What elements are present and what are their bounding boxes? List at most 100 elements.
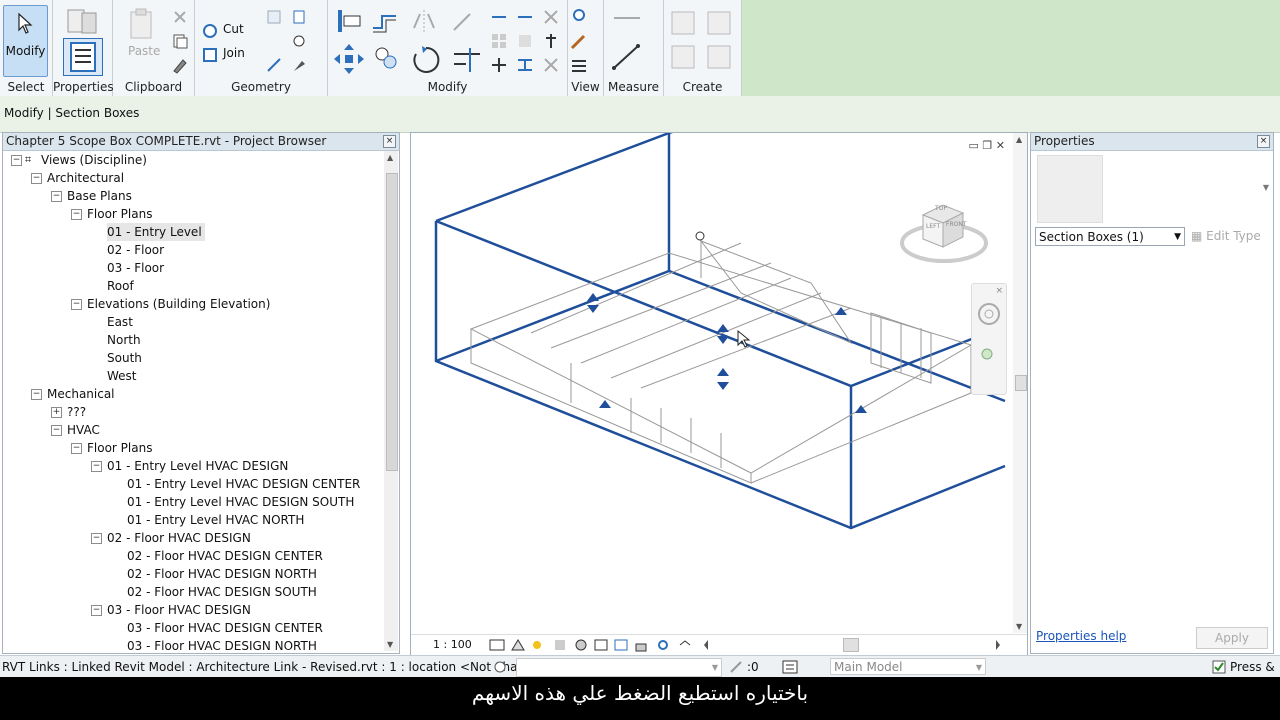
workset-dropdown[interactable]: ▼ [516, 658, 722, 677]
design-option-dropdown[interactable]: Main Model ▼ [830, 658, 986, 675]
collapse-icon[interactable]: − [11, 155, 22, 166]
trim-icon[interactable] [490, 56, 508, 74]
view-scale[interactable]: 1 : 100 [433, 638, 472, 651]
reveal-hidden-icon[interactable] [677, 638, 693, 652]
visual-style-icon[interactable] [510, 638, 526, 652]
linework-icon[interactable] [570, 56, 588, 74]
properties-panel-label: Properties [53, 80, 114, 94]
align-icon[interactable] [334, 8, 364, 36]
tree-item[interactable]: 01 - Entry Level [3, 223, 383, 241]
unpin-icon[interactable] [516, 32, 534, 50]
show-crop-icon[interactable] [613, 638, 629, 652]
steering-wheel-icon[interactable] [977, 302, 1001, 326]
scale-icon[interactable] [516, 8, 534, 26]
delete-icon[interactable] [542, 56, 560, 74]
join-geometry-icon[interactable] [201, 46, 219, 64]
match-properties-icon[interactable] [171, 56, 189, 74]
type-selector[interactable]: Section Boxes (1) ▼ [1035, 227, 1185, 246]
pin-icon[interactable] [542, 32, 560, 50]
wall-joins-icon[interactable] [265, 8, 283, 26]
collapse-icon[interactable]: − [91, 533, 102, 544]
modify-button[interactable]: Modify [3, 5, 48, 77]
override-graphics-icon[interactable] [570, 32, 588, 50]
trim-extend-icon[interactable] [450, 44, 484, 76]
collapse-icon[interactable]: − [71, 209, 82, 220]
close-icon[interactable]: × [383, 135, 396, 148]
create-parts-icon[interactable] [704, 8, 736, 38]
view-hscroll-thumb[interactable] [843, 638, 859, 652]
editable-only-icon[interactable] [728, 659, 744, 675]
type-selector-arrow[interactable]: ▼ [1263, 183, 1269, 192]
offset-icon[interactable] [370, 8, 400, 36]
aligned-dimension-icon[interactable] [610, 42, 644, 72]
scissors-icon[interactable] [171, 8, 189, 26]
render-icon[interactable] [573, 638, 589, 652]
create-assembly-icon[interactable] [668, 8, 700, 38]
tree-item-label: Roof [107, 279, 134, 293]
demolish-icon[interactable] [290, 56, 308, 74]
project-browser-scrollbar[interactable]: ▲ ▼ [384, 151, 398, 651]
apply-button[interactable]: Apply [1196, 627, 1268, 649]
modify-button-label: Modify [5, 44, 46, 58]
cut-label[interactable]: Cut [223, 22, 244, 36]
h-scroll-left-icon[interactable] [701, 638, 711, 652]
mirror-axis-icon[interactable] [410, 8, 440, 36]
expand-icon[interactable]: + [51, 407, 62, 418]
paint-icon[interactable] [290, 32, 308, 50]
copy-element-icon[interactable] [372, 44, 402, 74]
rotate-icon[interactable] [410, 44, 442, 76]
move-icon[interactable] [332, 42, 366, 76]
collapse-icon[interactable]: − [71, 443, 82, 454]
collapse-icon[interactable]: − [71, 299, 82, 310]
edit-type-button[interactable]: ▦ Edit Type [1191, 227, 1271, 246]
collapse-icon[interactable]: − [91, 461, 102, 472]
collapse-icon[interactable]: − [91, 605, 102, 616]
design-options-icon[interactable] [781, 659, 799, 675]
tree-item-label: 02 - Floor [107, 243, 165, 257]
measure-icon[interactable] [612, 8, 642, 28]
collapse-icon[interactable]: − [31, 173, 42, 184]
worksets-icon[interactable] [492, 659, 508, 675]
properties-button[interactable] [63, 38, 103, 76]
split-face-icon[interactable] [290, 8, 308, 26]
nav-close-icon[interactable]: × [995, 286, 1003, 296]
3d-view[interactable]: ▭ ❐ ✕ TOP LEFT FRONT × ▲ ▼ 1: 100 [410, 132, 1028, 656]
context-title: Modify | Section Boxes [4, 106, 140, 120]
viewcube[interactable]: TOP LEFT FRONT [899, 199, 989, 269]
align-trim-icon[interactable] [516, 56, 534, 74]
shadows-icon[interactable] [553, 638, 569, 652]
create-group-icon[interactable] [668, 42, 700, 72]
create-similar-icon[interactable] [704, 42, 736, 72]
temp-hide-icon[interactable] [655, 638, 671, 652]
array-icon[interactable] [490, 32, 508, 50]
scrollbar-thumb[interactable] [386, 173, 398, 471]
paste-icon[interactable] [127, 8, 157, 44]
mirror-line-icon[interactable] [448, 8, 478, 36]
collapse-icon[interactable]: − [51, 425, 62, 436]
cut-geometry-icon[interactable] [201, 22, 219, 40]
tree-item-label: Mechanical [47, 387, 115, 401]
view-panel: View [568, 0, 604, 96]
split-gap-icon[interactable] [542, 8, 560, 26]
split-element-icon[interactable] [490, 8, 508, 26]
view-vertical-scrollbar[interactable]: ▲ ▼ [1013, 133, 1027, 633]
lock-3d-icon[interactable] [633, 638, 649, 652]
crop-view-icon[interactable] [593, 638, 609, 652]
h-scroll-right-icon[interactable] [993, 638, 1003, 652]
sun-path-icon[interactable] [529, 638, 545, 652]
view-control-bar: 1 : 100 [411, 634, 1027, 655]
zoom-icon[interactable] [979, 346, 999, 366]
type-properties-icon[interactable] [66, 8, 100, 36]
join-label[interactable]: Join [223, 46, 245, 60]
properties-close-icon[interactable]: × [1257, 135, 1270, 148]
properties-help-link[interactable]: Properties help [1036, 629, 1126, 643]
cope-icon[interactable] [265, 56, 283, 74]
view-vscroll-thumb[interactable] [1015, 375, 1027, 391]
hide-isolate-icon[interactable] [570, 8, 588, 26]
filter-checkbox-icon[interactable] [1212, 660, 1226, 674]
copy-icon[interactable] [171, 32, 189, 50]
collapse-icon[interactable]: − [51, 191, 62, 202]
cursor-arrow-icon [18, 12, 33, 34]
detail-level-icon[interactable] [489, 638, 505, 652]
collapse-icon[interactable]: − [31, 389, 42, 400]
